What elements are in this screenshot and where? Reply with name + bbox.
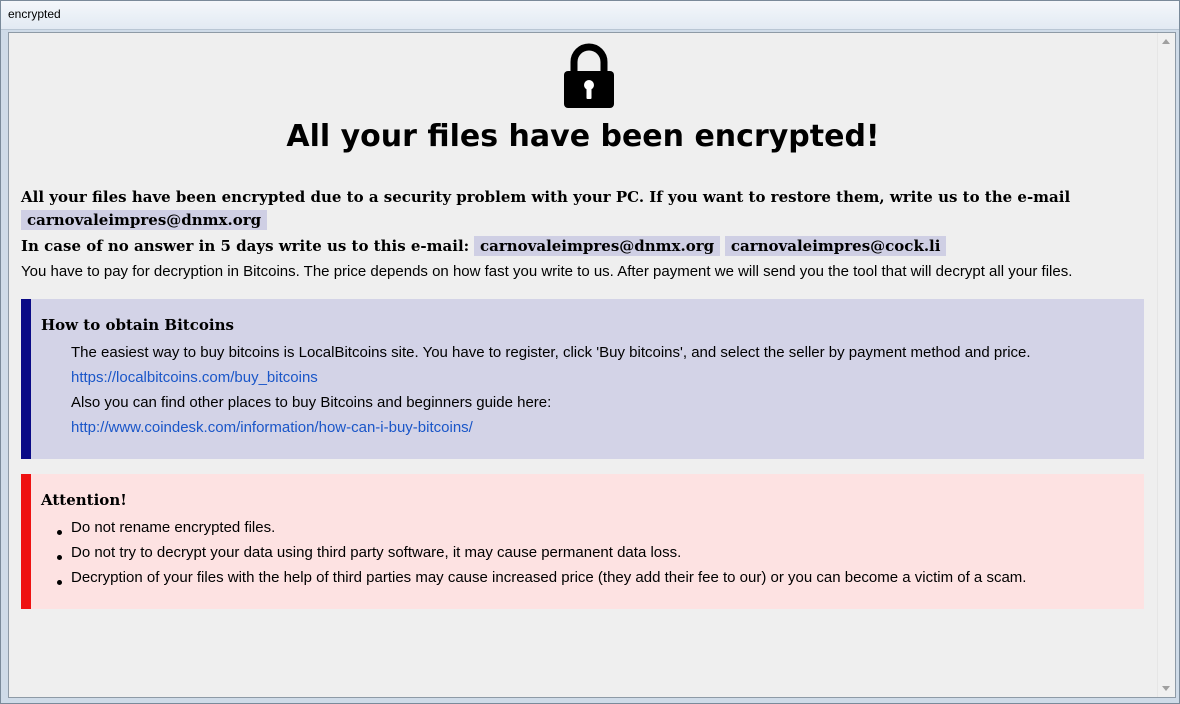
bullet-icon	[57, 530, 62, 535]
attention-box: Attention! Do not rename encrypted files…	[21, 474, 1144, 609]
intro-email-row: carnovaleimpres@dnmx.org	[21, 210, 268, 230]
attention-item: Do not rename encrypted files.	[71, 519, 276, 536]
attention-item: Decryption of your files with the help o…	[71, 569, 1027, 586]
vertical-scrollbar[interactable]	[1157, 33, 1175, 697]
page-title: All your files have been encrypted!	[286, 119, 880, 154]
email-secondary-2[interactable]: carnovaleimpres@cock.li	[724, 236, 947, 256]
bullet-icon	[57, 580, 62, 585]
application-window: encrypted All your files have been encry…	[0, 0, 1180, 704]
content-frame: All your files have been encrypted! All …	[8, 32, 1176, 698]
email-secondary-1[interactable]: carnovaleimpres@dnmx.org	[473, 236, 721, 256]
email-primary[interactable]: carnovaleimpres@dnmx.org	[21, 210, 268, 230]
intro-line-1: All your files have been encrypted due t…	[21, 188, 1071, 206]
scroll-up-arrow-icon[interactable]	[1162, 39, 1170, 44]
coindesk-link[interactable]: http://www.coindesk.com/information/how-…	[71, 419, 473, 436]
localbitcoins-link[interactable]: https://localbitcoins.com/buy_bitcoins	[71, 369, 318, 386]
ransom-note-page: All your files have been encrypted! All …	[9, 33, 1157, 697]
bitcoin-box-heading: How to obtain Bitcoins	[41, 316, 234, 334]
padlock-icon	[564, 43, 614, 108]
title-bar[interactable]: encrypted	[1, 1, 1179, 30]
intro-line-2-prefix: In case of no answer in 5 days write us …	[21, 237, 470, 255]
bitcoin-info-box: How to obtain Bitcoins The easiest way t…	[21, 299, 1144, 459]
attention-item: Do not try to decrypt your data using th…	[71, 544, 682, 561]
bullet-icon	[57, 555, 62, 560]
intro-line-2: In case of no answer in 5 days write us …	[21, 236, 947, 256]
window-title: encrypted	[8, 7, 61, 21]
bitcoin-paragraph-2: Also you can find other places to buy Bi…	[71, 394, 552, 411]
attention-heading: Attention!	[41, 491, 127, 509]
bitcoin-paragraph-1: The easiest way to buy bitcoins is Local…	[71, 344, 1031, 361]
scroll-down-arrow-icon[interactable]	[1162, 686, 1170, 691]
intro-line-3: You have to pay for decryption in Bitcoi…	[21, 263, 1073, 280]
